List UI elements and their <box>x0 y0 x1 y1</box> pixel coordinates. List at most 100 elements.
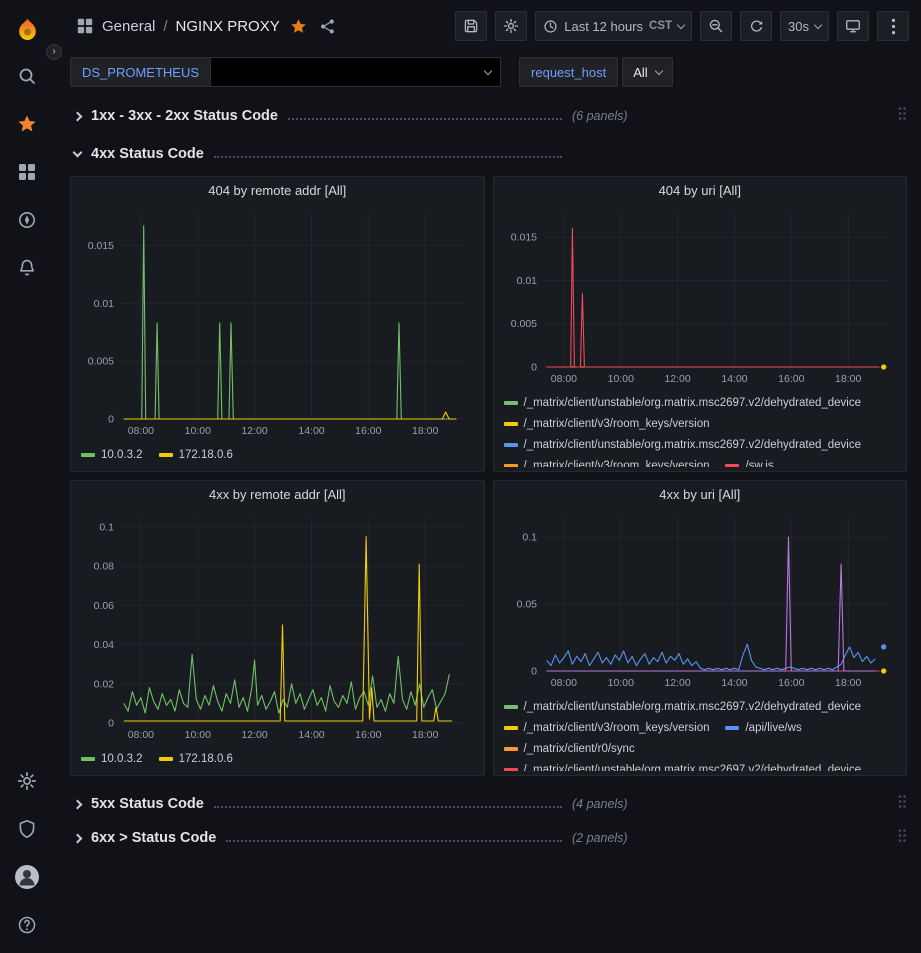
svg-text:10:00: 10:00 <box>607 373 633 385</box>
variables-submenu: DS_PROMETHEUS request_host All <box>54 52 921 92</box>
svg-text:18:00: 18:00 <box>412 729 438 741</box>
datasource-value-dropdown[interactable] <box>211 57 501 87</box>
svg-text:12:00: 12:00 <box>664 373 690 385</box>
timeseries-chart[interactable]: 00.0050.010.01508:0010:0012:0014:0016:00… <box>75 203 479 441</box>
svg-text:12:00: 12:00 <box>242 729 268 741</box>
legend-item[interactable]: 172.18.0.6 <box>159 449 233 461</box>
svg-text:16:00: 16:00 <box>778 677 804 689</box>
row-drag-handle[interactable] <box>897 106 907 126</box>
legend-item[interactable]: 172.18.0.6 <box>159 753 233 765</box>
sidebar-item-search[interactable] <box>5 52 49 100</box>
sidebar-expand-button[interactable]: › <box>46 44 62 60</box>
panel-title[interactable]: 404 by remote addr [All] <box>71 177 484 203</box>
dashboard-squares-icon[interactable] <box>76 17 94 35</box>
refresh-button[interactable] <box>740 11 772 41</box>
save-dashboard-button[interactable] <box>455 11 487 41</box>
timeseries-chart[interactable]: 00.020.040.060.080.108:0010:0012:0014:00… <box>75 507 479 745</box>
sidebar-item-help[interactable] <box>5 901 49 949</box>
row-4xx[interactable]: 4xx Status Code <box>70 140 907 168</box>
legend-series-swatch <box>725 726 739 730</box>
legend-series-label: 172.18.0.6 <box>179 753 233 765</box>
legend-series-swatch <box>504 401 518 405</box>
row-drag-handle[interactable] <box>897 828 907 848</box>
share-icon[interactable] <box>319 18 336 35</box>
svg-text:0.01: 0.01 <box>94 298 115 310</box>
cycle-view-button[interactable] <box>837 11 869 41</box>
legend-series-swatch <box>725 464 739 468</box>
grafana-app: › General / NGINX PROXY <box>0 0 921 953</box>
svg-text:0: 0 <box>531 362 537 374</box>
refresh-interval-dropdown[interactable]: 30s <box>780 11 829 41</box>
legend-item[interactable]: /_matrix/client/unstable/org.matrix.msc2… <box>504 439 862 451</box>
panel-404-by-uri: 404 by uri [All] 00.0050.010.01508:0010:… <box>493 176 908 472</box>
dashboard-settings-button[interactable] <box>495 11 527 41</box>
svg-text:0.005: 0.005 <box>510 318 536 330</box>
search-icon <box>17 66 37 86</box>
svg-text:0.05: 0.05 <box>516 599 537 611</box>
row-toggle[interactable]: 4xx Status Code <box>70 146 562 162</box>
timeseries-chart[interactable]: 00.050.108:0010:0012:0014:0016:0018:00 <box>498 507 902 693</box>
time-range-label: Last 12 hours <box>564 19 643 34</box>
request-host-dropdown[interactable]: All <box>622 57 672 87</box>
avatar <box>14 864 40 890</box>
breadcrumb: General / NGINX PROXY <box>76 17 336 35</box>
chevron-right-icon <box>73 799 83 809</box>
legend-item[interactable]: /sw.js <box>725 460 773 468</box>
sidebar-item-explore[interactable] <box>5 196 49 244</box>
legend-item[interactable]: /_matrix/client/v3/room_keys/version <box>504 418 710 430</box>
drag-dots-icon <box>897 794 907 809</box>
row-6xx[interactable]: 6xx > Status Code (2 panels) <box>70 824 907 852</box>
sidebar-item-starred[interactable] <box>5 100 49 148</box>
legend-item[interactable]: /api/live/ws <box>725 722 801 734</box>
row-toggle[interactable]: 5xx Status Code <box>70 796 562 812</box>
legend-item[interactable]: /_matrix/client/unstable/org.matrix.msc2… <box>504 397 862 409</box>
row-panel-count: (2 panels) <box>572 831 628 845</box>
sidebar-item-alerting[interactable] <box>5 244 49 292</box>
time-range-picker[interactable]: Last 12 hours CST <box>535 11 692 41</box>
sidebar-item-configuration[interactable] <box>5 757 49 805</box>
timeseries-chart[interactable]: 00.0050.010.01508:0010:0012:0014:0016:00… <box>498 203 902 389</box>
legend-item[interactable]: 10.0.3.2 <box>81 449 143 461</box>
legend-row: /_matrix/client/unstable/org.matrix.msc2… <box>504 392 899 413</box>
legend-item[interactable]: /_matrix/client/unstable/org.matrix.msc2… <box>504 764 862 772</box>
svg-text:0: 0 <box>531 666 537 678</box>
help-icon <box>17 915 37 935</box>
panel-title[interactable]: 4xx by remote addr [All] <box>71 481 484 507</box>
zoom-out-button[interactable] <box>700 11 732 41</box>
svg-text:08:00: 08:00 <box>128 425 154 437</box>
svg-text:0.08: 0.08 <box>94 561 115 573</box>
row-toggle[interactable]: 1xx - 3xx - 2xx Status Code <box>70 108 562 124</box>
legend-item[interactable]: /_matrix/client/r0/sync <box>504 743 635 755</box>
panel-title[interactable]: 404 by uri [All] <box>494 177 907 203</box>
legend-item[interactable]: /_matrix/client/unstable/org.matrix.msc2… <box>504 701 862 713</box>
sidebar-item-dashboards[interactable] <box>5 148 49 196</box>
row-title: 5xx Status Code <box>91 796 204 812</box>
kebab-menu-button[interactable] <box>877 11 909 41</box>
panel-title[interactable]: 4xx by uri [All] <box>494 481 907 507</box>
favorite-star-icon[interactable] <box>290 18 307 35</box>
row-dotted-fill <box>214 150 562 158</box>
legend-item[interactable]: /_matrix/client/v3/room_keys/version <box>504 460 710 468</box>
row-1xx-3xx-2xx[interactable]: 1xx - 3xx - 2xx Status Code (6 panels) <box>70 102 907 130</box>
svg-text:18:00: 18:00 <box>835 373 861 385</box>
legend-series-label: 10.0.3.2 <box>101 753 143 765</box>
chevron-down-icon <box>73 147 83 157</box>
legend-item[interactable]: /_matrix/client/v3/room_keys/version <box>504 722 710 734</box>
row-dotted-fill <box>288 112 562 120</box>
svg-text:16:00: 16:00 <box>355 425 381 437</box>
legend-item[interactable]: 10.0.3.2 <box>81 753 143 765</box>
sidebar-item-profile[interactable] <box>5 853 49 901</box>
zoom-out-icon <box>708 18 724 34</box>
svg-text:0.005: 0.005 <box>88 356 114 368</box>
legend-series-label: /_matrix/client/unstable/org.matrix.msc2… <box>524 439 862 451</box>
breadcrumb-folder[interactable]: General <box>102 18 155 35</box>
request-host-label: request_host <box>519 57 618 87</box>
grafana-logo[interactable] <box>5 8 49 52</box>
row-5xx[interactable]: 5xx Status Code (4 panels) <box>70 790 907 818</box>
row-drag-handle[interactable] <box>897 794 907 814</box>
svg-text:10:00: 10:00 <box>607 677 633 689</box>
sidebar-item-server-admin[interactable] <box>5 805 49 853</box>
row-toggle[interactable]: 6xx > Status Code <box>70 830 562 846</box>
svg-text:14:00: 14:00 <box>721 677 747 689</box>
legend-series-swatch <box>504 464 518 468</box>
